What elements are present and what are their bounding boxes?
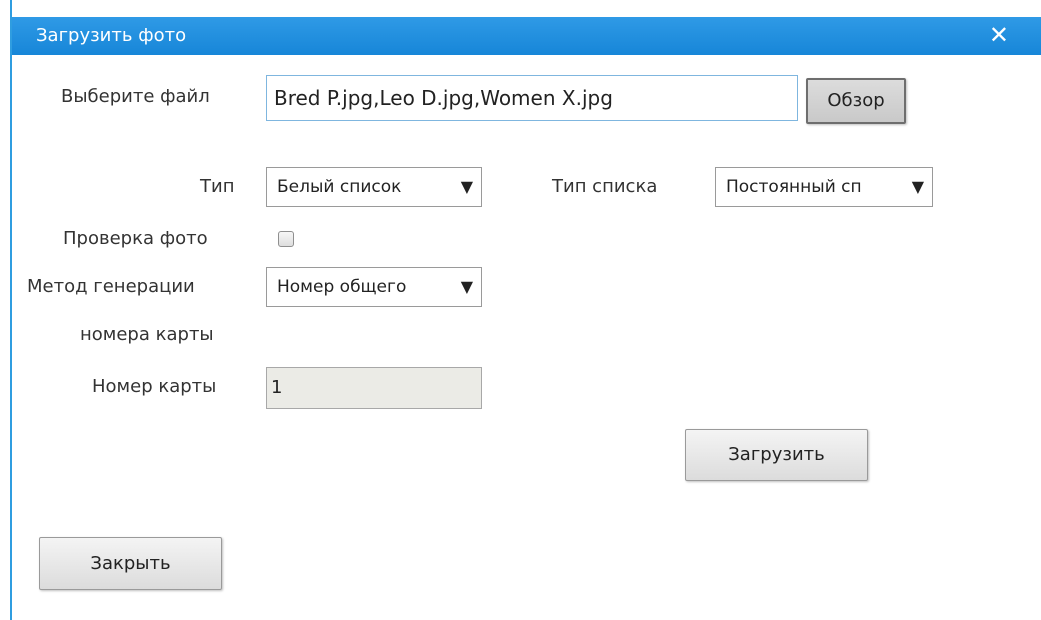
list-type-select[interactable]: Постоянный сп ▼ [715,167,933,207]
chevron-down-icon: ▼ [911,177,924,196]
chevron-down-icon: ▼ [460,177,473,196]
upload-photo-dialog: Загрузить фото ✕ Выберите файл Bred P.jp… [10,0,1041,620]
browse-button[interactable]: Обзор [806,78,906,124]
gen-method-select[interactable]: Номер общего ▼ [266,267,482,307]
file-label: Выберите файл [61,86,210,107]
chevron-down-icon: ▼ [460,277,473,296]
close-button[interactable]: Закрыть [39,537,222,590]
dialog-titlebar: Загрузить фото ✕ [12,17,1041,55]
type-select-value: Белый список [277,177,402,197]
photo-check-checkbox[interactable] [278,231,294,247]
gen-method-label: Метод генерации [27,276,195,297]
photo-check-label: Проверка фото [63,228,208,249]
type-select[interactable]: Белый список ▼ [266,167,482,207]
list-type-label: Тип списка [552,176,658,197]
gen-method-select-value: Номер общего [277,277,407,297]
list-type-select-value: Постоянный сп [726,177,862,197]
file-path-input[interactable]: Bred P.jpg,Leo D.jpg,Women X.jpg [266,75,798,121]
dialog-title: Загрузить фото [36,25,187,46]
type-label: Тип [200,176,235,197]
upload-button[interactable]: Загрузить [685,429,868,481]
gen-method-label-line2: номера карты [80,324,214,345]
card-number-label: Номер карты [92,376,217,397]
close-icon[interactable]: ✕ [989,21,1009,49]
browse-button-label: Обзор [827,90,885,111]
card-number-input[interactable]: 1 [266,367,482,409]
